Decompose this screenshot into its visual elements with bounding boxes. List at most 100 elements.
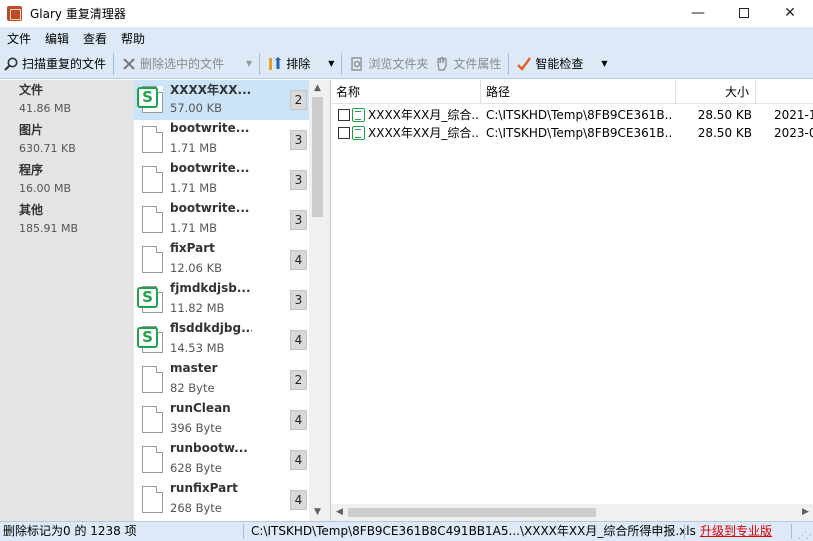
group-list-scrollbar[interactable]: ▲ ▼ xyxy=(309,80,326,521)
group-file-name: runfixPart xyxy=(170,481,238,495)
category-size: 41.86 MB xyxy=(19,102,72,115)
group-file-name: fixPart xyxy=(170,241,215,255)
column-date-header[interactable] xyxy=(756,80,813,104)
group-item[interactable]: runbootw... 628 Byte 4 xyxy=(134,440,309,480)
file-icon xyxy=(142,246,163,273)
group-item[interactable]: fixPart 12.06 KB 4 xyxy=(134,240,309,280)
toolbar-separator xyxy=(341,52,343,75)
group-file-name: bootwrite... xyxy=(170,161,250,175)
row-file-path: C:\ITSKHD\Temp\8FB9CE361B... xyxy=(486,126,671,140)
group-file-size: 628 Byte xyxy=(170,461,222,475)
group-file-name: runClean xyxy=(170,401,231,415)
row-file-path: C:\ITSKHD\Temp\8FB9CE361B... xyxy=(486,108,671,122)
xls-icon: S xyxy=(137,327,158,348)
menu-file[interactable]: 文件 xyxy=(0,30,38,47)
column-path-header[interactable]: 路径 xyxy=(481,80,676,104)
menu-help[interactable]: 帮助 xyxy=(114,30,152,47)
maximize-icon xyxy=(739,8,749,18)
window-title: Glary 重复清理器 xyxy=(30,6,126,21)
browse-folder-label: 浏览文件夹 xyxy=(368,57,429,71)
maximize-button[interactable] xyxy=(721,0,767,26)
category-documents[interactable]: 文件 41.86 MB xyxy=(0,80,134,120)
group-item[interactable]: runfixPart 268 Byte 4 xyxy=(134,480,309,520)
xls-icon xyxy=(352,126,365,140)
scan-button[interactable]: 扫描重复的文件 xyxy=(0,51,109,77)
file-properties-button[interactable]: 文件属性 xyxy=(431,51,504,77)
duplicate-count-badge: 3 xyxy=(290,130,307,150)
upgrade-link[interactable]: 升级到专业版 xyxy=(700,522,772,541)
detail-horizontal-scrollbar[interactable]: ◀ ▶ xyxy=(331,504,813,521)
category-size: 16.00 MB xyxy=(19,182,72,195)
category-programs[interactable]: 程序 16.00 MB xyxy=(0,160,134,200)
scroll-up-icon[interactable]: ▲ xyxy=(309,80,326,97)
group-item[interactable]: bootwrite... 1.71 MB 3 xyxy=(134,120,309,160)
duplicate-count-badge: 4 xyxy=(290,330,307,350)
category-name: 程序 xyxy=(19,163,44,177)
delete-selected-button[interactable]: 删除选中的文件 ▼ xyxy=(118,51,255,77)
category-pane: 文件 41.86 MB 图片 630.71 KB 程序 16.00 MB 其他 … xyxy=(0,80,134,521)
app-icon xyxy=(7,5,22,21)
group-item[interactable]: master 82 Byte 2 xyxy=(134,360,309,400)
file-icon xyxy=(142,446,163,473)
chevron-down-icon[interactable]: ▼ xyxy=(246,59,252,68)
status-bar: 删除标记为0 的 1238 项 C:\ITSKHD\Temp\8FB9CE361… xyxy=(0,521,813,541)
duplicate-count-badge: 4 xyxy=(290,250,307,270)
group-file-size: 57.00 KB xyxy=(170,101,223,115)
duplicate-count-badge: 3 xyxy=(290,210,307,230)
status-separator xyxy=(684,524,685,539)
browse-folder-button[interactable]: 浏览文件夹 xyxy=(346,51,431,77)
toolbar: 扫描重复的文件 删除选中的文件 ▼ 排除 ▼ 浏览文件夹 文件属性 智能检查 ▼ xyxy=(0,49,813,79)
scroll-right-icon[interactable]: ▶ xyxy=(797,504,813,521)
minimize-icon: — xyxy=(691,5,705,21)
delete-x-icon xyxy=(123,57,135,70)
group-item[interactable]: bootwrite... 1.71 MB 3 xyxy=(134,160,309,200)
group-file-size: 1.71 MB xyxy=(170,181,218,195)
file-properties-label: 文件属性 xyxy=(453,57,502,71)
minimize-button[interactable]: — xyxy=(675,0,721,26)
sort-button[interactable]: 排除 ▼ xyxy=(264,51,337,77)
status-separator xyxy=(243,524,244,539)
group-file-size: 82 Byte xyxy=(170,381,215,395)
duplicate-detail-list: 名称 路径 大小 XXXX年XX月_综合... C:\ITSKHD\Temp\8F… xyxy=(330,80,813,521)
group-item[interactable]: bootwrite... 1.71 MB 3 xyxy=(134,200,309,240)
category-size: 630.71 KB xyxy=(19,142,76,155)
group-item[interactable]: Sflsddkdjbg... 14.53 MB 4 xyxy=(134,320,309,360)
category-images[interactable]: 图片 630.71 KB xyxy=(0,120,134,160)
row-checkbox[interactable] xyxy=(338,127,350,139)
scroll-left-icon[interactable]: ◀ xyxy=(331,504,348,521)
table-row[interactable]: XXXX年XX月_综合... C:\ITSKHD\Temp\8FB9CE361B.… xyxy=(331,106,813,124)
row-file-date: 2021-1 xyxy=(774,108,813,122)
smart-check-button[interactable]: 智能检查 ▼ xyxy=(513,51,610,77)
status-separator xyxy=(791,524,792,539)
menu-view[interactable]: 查看 xyxy=(76,30,114,47)
file-icon xyxy=(142,406,163,433)
sort-icon xyxy=(269,56,282,70)
group-file-size: 1.71 MB xyxy=(170,141,218,155)
column-size-header[interactable]: 大小 xyxy=(676,80,756,104)
row-file-name: XXXX年XX月_综合... xyxy=(368,108,478,122)
row-file-date: 2023-0 xyxy=(774,126,813,140)
scrollbar-thumb[interactable] xyxy=(348,508,596,517)
group-file-name: flsddkdjbg... xyxy=(170,321,252,335)
resize-grip-icon[interactable]: ⋰⋰ xyxy=(798,527,813,541)
menu-edit[interactable]: 编辑 xyxy=(38,30,76,47)
category-other[interactable]: 其他 185.91 MB xyxy=(0,200,134,240)
group-item[interactable]: S XXXX年XX... 57.00 KB 2 xyxy=(134,80,309,120)
column-name-header[interactable]: 名称 xyxy=(331,80,481,104)
table-row[interactable]: XXXX年XX月_综合... C:\ITSKHD\Temp\8FB9CE361B.… xyxy=(331,124,813,142)
close-button[interactable]: ✕ xyxy=(767,0,813,26)
title-bar: Glary 重复清理器 — ✕ xyxy=(0,0,813,26)
detail-header: 名称 路径 大小 xyxy=(331,80,813,104)
chevron-down-icon[interactable]: ▼ xyxy=(328,59,334,68)
toolbar-separator xyxy=(508,52,510,75)
category-name: 文件 xyxy=(19,83,44,97)
scroll-down-icon[interactable]: ▼ xyxy=(309,504,326,521)
sort-label: 排除 xyxy=(286,57,311,71)
smart-check-label: 智能检查 xyxy=(535,57,584,71)
group-item[interactable]: Sfjmdkdjsb... 11.82 MB 3 xyxy=(134,280,309,320)
row-checkbox[interactable] xyxy=(338,109,350,121)
scrollbar-thumb[interactable] xyxy=(312,97,323,217)
group-item[interactable]: runClean 396 Byte 4 xyxy=(134,400,309,440)
group-file-size: 11.82 MB xyxy=(170,301,225,315)
chevron-down-icon[interactable]: ▼ xyxy=(601,59,607,68)
